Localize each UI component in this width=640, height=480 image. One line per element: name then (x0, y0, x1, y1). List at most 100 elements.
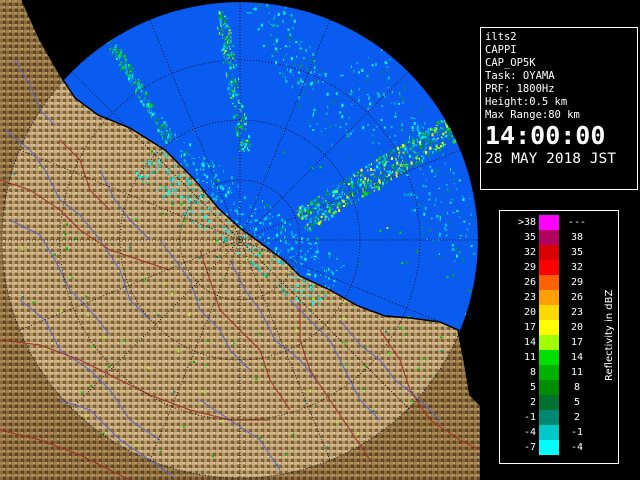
echo-pixel (320, 146, 322, 149)
echo-pixel (192, 188, 195, 190)
echo-pixel (426, 154, 429, 156)
echo-pixel (169, 131, 171, 133)
echo-pixel (385, 166, 387, 168)
echo-pixel (350, 177, 352, 180)
echo-pixel (440, 201, 442, 203)
echo-pixel (365, 165, 368, 168)
echo-pixel (218, 32, 220, 36)
echo-pixel (235, 220, 238, 223)
echo-pixel (362, 188, 364, 192)
echo-pixel (390, 102, 392, 104)
echo-pixel (324, 73, 327, 76)
echo-pixel (230, 54, 233, 57)
echo-pixel (272, 216, 274, 218)
echo-pixel (323, 217, 326, 220)
echo-pixel (299, 49, 302, 51)
echo-pixel (359, 79, 361, 82)
echo-pixel (222, 30, 225, 33)
echo-pixel (225, 44, 227, 48)
echo-pixel (325, 200, 327, 201)
echo-pixel (413, 140, 415, 142)
height-value: Height:0.5 km (485, 96, 568, 108)
echo-pixel (238, 120, 240, 122)
echo-pixel (136, 444, 139, 447)
echo-pixel (142, 89, 144, 92)
echo-pixel (65, 247, 68, 249)
echo-pixel (314, 201, 316, 203)
echo-pixel (406, 174, 409, 177)
echo-pixel (215, 173, 218, 177)
echo-pixel (311, 256, 313, 258)
echo-pixel (231, 77, 234, 81)
echo-pixel (204, 216, 207, 219)
echo-pixel (181, 176, 184, 178)
echo-pixel (420, 107, 423, 109)
legend-color-swatch (539, 320, 559, 335)
echo-pixel (278, 72, 281, 74)
legend-lower-value: 29 (523, 262, 536, 273)
echo-pixel (151, 162, 154, 166)
echo-pixel (467, 233, 470, 235)
echo-pixel (309, 286, 312, 289)
echo-pixel (172, 175, 174, 177)
echo-pixel (164, 126, 167, 129)
echo-pixel (108, 365, 111, 368)
echo-pixel (427, 222, 430, 224)
echo-pixel (255, 208, 257, 210)
echo-pixel (353, 103, 356, 105)
echo-pixel (390, 126, 393, 129)
echo-pixel (339, 126, 342, 129)
echo-pixel (308, 85, 311, 88)
echo-pixel (307, 282, 309, 286)
echo-pixel (394, 157, 396, 159)
echo-pixel (300, 63, 303, 67)
legend-row: 32 35 (500, 245, 620, 260)
echo-pixel (281, 218, 284, 222)
echo-pixel (319, 207, 321, 211)
echo-pixel (162, 133, 165, 135)
echo-pixel (189, 154, 190, 156)
echo-pixel (439, 232, 441, 234)
echo-pixel (447, 188, 449, 191)
echo-pixel (233, 63, 234, 66)
echo-pixel (435, 127, 438, 131)
echo-pixel (417, 125, 419, 128)
echo-pixel (419, 157, 420, 161)
echo-pixel (470, 213, 472, 217)
echo-pixel (305, 258, 308, 260)
echo-pixel (277, 43, 278, 45)
legend-upper-value: 26 (570, 292, 584, 303)
echo-pixel (422, 234, 424, 237)
echo-pixel (442, 139, 445, 142)
echo-pixel (470, 245, 473, 248)
echo-pixel (318, 199, 320, 201)
echo-pixel (342, 205, 345, 207)
echo-pixel (304, 287, 306, 289)
echo-pixel (358, 99, 360, 103)
echo-pixel (232, 94, 235, 97)
echo-pixel (403, 170, 405, 173)
echo-pixel (341, 199, 344, 203)
echo-pixel (309, 243, 312, 246)
echo-pixel (442, 153, 444, 157)
echo-pixel (408, 141, 411, 143)
echo-pixel (322, 81, 324, 83)
echo-pixel (229, 87, 231, 90)
echo-pixel (420, 155, 423, 157)
echo-pixel (182, 196, 185, 199)
echo-pixel (300, 209, 303, 211)
echo-pixel (245, 139, 247, 142)
echo-pixel (363, 90, 364, 93)
echo-pixel (226, 72, 229, 74)
echo-pixel (198, 221, 200, 223)
echo-pixel (345, 129, 347, 131)
echo-pixel (87, 314, 90, 317)
echo-pixel (114, 44, 116, 46)
echo-pixel (216, 256, 218, 258)
echo-pixel (413, 209, 416, 212)
echo-pixel (296, 290, 299, 292)
echo-pixel (327, 105, 329, 109)
echo-pixel (264, 217, 267, 221)
echo-pixel (296, 55, 298, 58)
echo-pixel (300, 255, 302, 258)
